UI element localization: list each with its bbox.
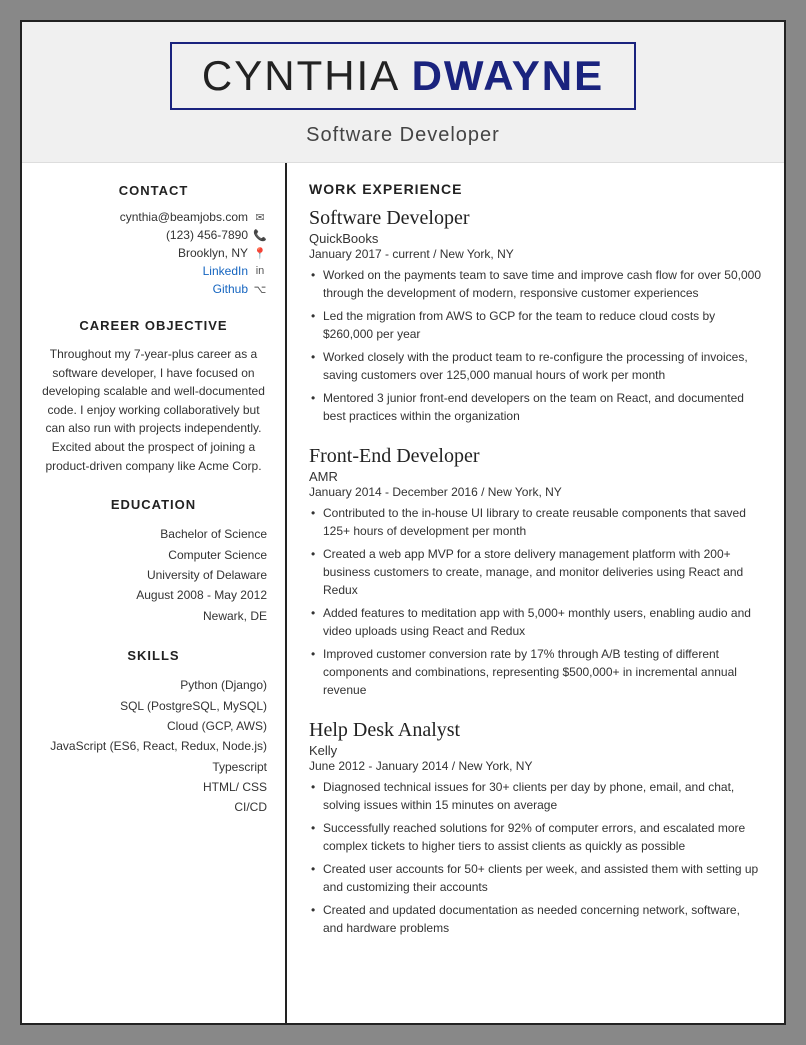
email-icon: ✉ xyxy=(253,210,267,224)
career-text: Throughout my 7-year-plus career as a so… xyxy=(40,345,267,475)
skill-item: Typescript xyxy=(40,757,267,777)
edu-dates: August 2008 - May 2012 xyxy=(40,585,267,605)
sidebar: CONTACT cynthia@beamjobs.com ✉ (123) 456… xyxy=(22,163,287,1023)
body: CONTACT cynthia@beamjobs.com ✉ (123) 456… xyxy=(22,163,784,1023)
job-dates: January 2014 - December 2016 / New York,… xyxy=(309,485,762,499)
skills-title: SKILLS xyxy=(40,648,267,665)
job-entry: Help Desk AnalystKellyJune 2012 - Januar… xyxy=(309,719,762,937)
job-title-header: Software Developer xyxy=(62,124,744,147)
education-title: EDUCATION xyxy=(40,497,267,514)
skill-item: Python (Django) xyxy=(40,675,267,695)
list-item: Created user accounts for 50+ clients pe… xyxy=(309,860,762,896)
contact-section: CONTACT cynthia@beamjobs.com ✉ (123) 456… xyxy=(40,183,267,296)
contact-github-row[interactable]: Github ⌥ xyxy=(40,282,267,296)
degree: Bachelor of Science xyxy=(40,524,267,544)
skill-item: JavaScript (ES6, React, Redux, Node.js) xyxy=(40,736,267,756)
list-item: Improved customer conversion rate by 17%… xyxy=(309,645,762,699)
list-item: Worked closely with the product team to … xyxy=(309,348,762,384)
list-item: Added features to meditation app with 5,… xyxy=(309,604,762,640)
list-item: Created and updated documentation as nee… xyxy=(309,901,762,937)
skills-section: SKILLS Python (Django)SQL (PostgreSQL, M… xyxy=(40,648,267,818)
skill-item: Cloud (GCP, AWS) xyxy=(40,716,267,736)
job-dates: January 2017 - current / New York, NY xyxy=(309,247,762,261)
field: Computer Science xyxy=(40,545,267,565)
email-text: cynthia@beamjobs.com xyxy=(120,210,248,224)
header: CYNTHIA DWAYNE Software Developer xyxy=(22,22,784,163)
list-item: Successfully reached solutions for 92% o… xyxy=(309,819,762,855)
job-title: Software Developer xyxy=(309,207,762,230)
education-details: Bachelor of Science Computer Science Uni… xyxy=(40,524,267,626)
phone-icon: 📞 xyxy=(253,228,267,242)
job-title: Help Desk Analyst xyxy=(309,719,762,742)
location-text: Brooklyn, NY xyxy=(178,246,248,260)
list-item: Mentored 3 junior front-end developers o… xyxy=(309,389,762,425)
job-entry: Software DeveloperQuickBooksJanuary 2017… xyxy=(309,207,762,425)
school: University of Delaware xyxy=(40,565,267,585)
contact-title: CONTACT xyxy=(40,183,267,200)
phone-text: (123) 456-7890 xyxy=(166,228,248,242)
job-bullets: Diagnosed technical issues for 30+ clien… xyxy=(309,778,762,937)
name-box: CYNTHIA DWAYNE xyxy=(170,42,636,110)
career-section: CAREER OBJECTIVE Throughout my 7-year-pl… xyxy=(40,318,267,475)
contact-linkedin-row[interactable]: LinkedIn in xyxy=(40,264,267,278)
contact-phone-row: (123) 456-7890 📞 xyxy=(40,228,267,242)
edu-location: Newark, DE xyxy=(40,606,267,626)
job-company: QuickBooks xyxy=(309,231,762,246)
skill-item: HTML/ CSS xyxy=(40,777,267,797)
job-bullets: Contributed to the in-house UI library t… xyxy=(309,504,762,699)
list-item: Worked on the payments team to save time… xyxy=(309,266,762,302)
skill-item: CI/CD xyxy=(40,797,267,817)
location-icon: 📍 xyxy=(253,246,267,260)
last-name: DWAYNE xyxy=(412,52,605,99)
career-title: CAREER OBJECTIVE xyxy=(40,318,267,335)
job-entry: Front-End DeveloperAMRJanuary 2014 - Dec… xyxy=(309,445,762,699)
linkedin-link[interactable]: LinkedIn xyxy=(203,264,248,278)
linkedin-icon: in xyxy=(253,264,267,278)
skill-item: SQL (PostgreSQL, MySQL) xyxy=(40,696,267,716)
list-item: Diagnosed technical issues for 30+ clien… xyxy=(309,778,762,814)
github-link[interactable]: Github xyxy=(213,282,248,296)
list-item: Contributed to the in-house UI library t… xyxy=(309,504,762,540)
list-item: Created a web app MVP for a store delive… xyxy=(309,545,762,599)
education-section: EDUCATION Bachelor of Science Computer S… xyxy=(40,497,267,626)
jobs-container: Software DeveloperQuickBooksJanuary 2017… xyxy=(309,207,762,937)
job-company: Kelly xyxy=(309,743,762,758)
job-bullets: Worked on the payments team to save time… xyxy=(309,266,762,425)
list-item: Led the migration from AWS to GCP for th… xyxy=(309,307,762,343)
work-experience-title: WORK EXPERIENCE xyxy=(309,181,762,197)
github-icon: ⌥ xyxy=(253,282,267,296)
job-company: AMR xyxy=(309,469,762,484)
first-name: CYNTHIA xyxy=(202,52,412,99)
skills-list: Python (Django)SQL (PostgreSQL, MySQL)Cl… xyxy=(40,675,267,818)
contact-location-row: Brooklyn, NY 📍 xyxy=(40,246,267,260)
resume-container: CYNTHIA DWAYNE Software Developer CONTAC… xyxy=(20,20,786,1025)
contact-email-row: cynthia@beamjobs.com ✉ xyxy=(40,210,267,224)
job-title: Front-End Developer xyxy=(309,445,762,468)
job-dates: June 2012 - January 2014 / New York, NY xyxy=(309,759,762,773)
main-content: WORK EXPERIENCE Software DeveloperQuickB… xyxy=(287,163,784,1023)
